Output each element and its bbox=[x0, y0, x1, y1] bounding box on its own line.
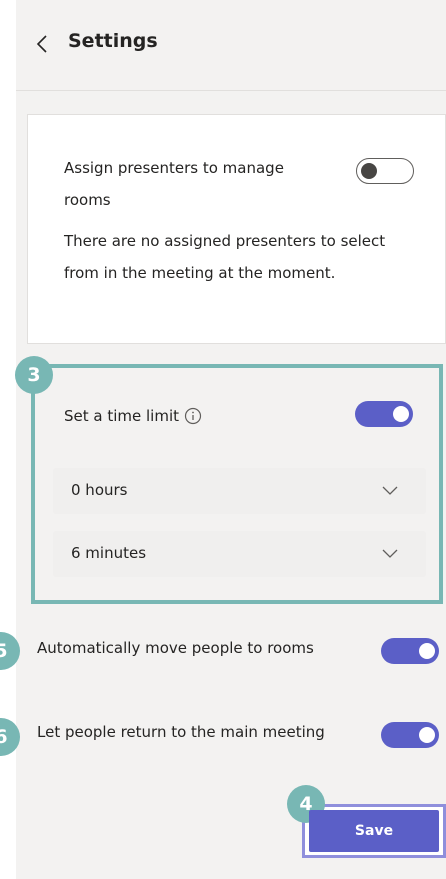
assign-presenters-description: There are no assigned presenters to sele… bbox=[64, 232, 386, 282]
chevron-down-icon bbox=[382, 549, 398, 558]
assign-presenters-toggle[interactable] bbox=[356, 158, 414, 184]
page-title: Settings bbox=[68, 30, 158, 52]
info-icon[interactable] bbox=[184, 407, 202, 425]
return-main-toggle[interactable] bbox=[381, 722, 439, 748]
header-divider bbox=[16, 90, 446, 91]
time-limit-label-text: Set a time limit bbox=[64, 407, 180, 425]
minutes-dropdown-value: 6 minutes bbox=[71, 544, 147, 562]
minutes-dropdown[interactable]: 6 minutes bbox=[53, 531, 426, 577]
toggle-knob bbox=[393, 406, 409, 422]
toggle-knob bbox=[419, 643, 435, 659]
chevron-down-icon bbox=[382, 486, 398, 495]
toggle-knob bbox=[419, 727, 435, 743]
time-limit-label: Set a time limit bbox=[64, 406, 202, 426]
time-limit-toggle[interactable] bbox=[355, 401, 413, 427]
auto-move-toggle[interactable] bbox=[381, 638, 439, 664]
assign-presenters-label: Assign presenters to manage rooms bbox=[64, 159, 284, 209]
auto-move-label: Automatically move people to rooms bbox=[37, 639, 314, 657]
hours-dropdown[interactable]: 0 hours bbox=[53, 468, 426, 514]
back-chevron-icon[interactable] bbox=[36, 34, 48, 54]
save-button[interactable]: Save bbox=[309, 810, 439, 852]
callout-badge-3: 3 bbox=[15, 356, 53, 394]
hours-dropdown-value: 0 hours bbox=[71, 481, 128, 499]
return-main-label: Let people return to the main meeting bbox=[37, 723, 325, 741]
toggle-knob bbox=[361, 163, 377, 179]
